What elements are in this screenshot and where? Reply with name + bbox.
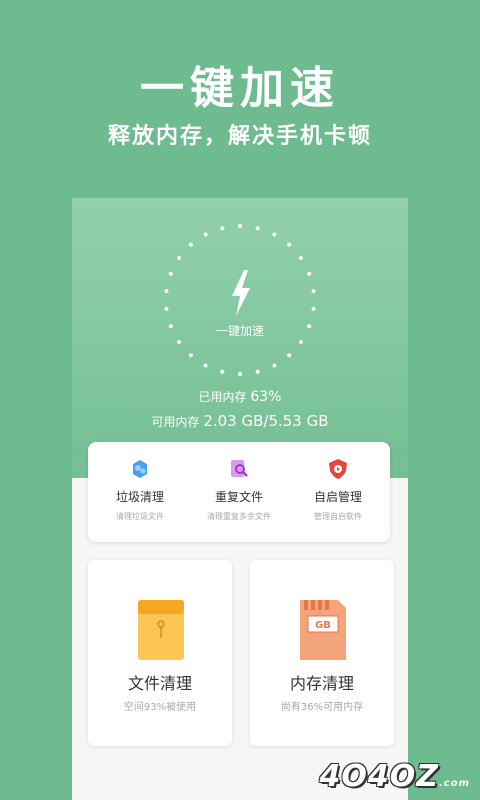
ring-dot: [188, 242, 193, 247]
ring-dot: [177, 340, 182, 344]
folder-file-icon: [138, 600, 184, 660]
tool-desc: 管理自启软件: [314, 512, 362, 521]
duplicate-search-icon: [231, 460, 248, 477]
memory-clean-sub: 尚有36%可用内存: [280, 702, 364, 713]
ring-dot: [164, 289, 169, 294]
memory-card-icon: GB: [300, 600, 346, 660]
ring-dot: [311, 306, 316, 311]
ring-dot: [177, 256, 182, 260]
watermark-text: 4O4OZ: [319, 759, 439, 794]
site-watermark: 4O4OZ.com: [319, 759, 470, 794]
file-clean-card[interactable]: 文件清理 空间93%被使用: [88, 560, 232, 746]
watermark-suffix: .com: [438, 778, 470, 789]
memory-free-value: 2.03 GB/5.53 GB: [203, 412, 329, 430]
ring-dot: [203, 363, 208, 368]
tool-junk-clean[interactable]: 垃圾清理 清理垃圾文件: [90, 458, 190, 522]
hero-subtitle: 释放内存，解决手机卡顿: [107, 124, 372, 149]
tool-label: 重复文件: [214, 490, 263, 504]
ring-dot: [238, 372, 242, 376]
trash-clean-icon: [133, 460, 147, 478]
ring-dot: [287, 353, 292, 358]
ring-dot: [203, 232, 208, 237]
memory-used-value: 63%: [250, 389, 282, 405]
ring-dot: [307, 271, 312, 276]
ring-dot: [298, 256, 303, 260]
ring-dot: [255, 226, 260, 231]
memory-clean-card[interactable]: GB 内存清理 尚有36%可用内存: [250, 560, 394, 746]
tool-duplicate-files[interactable]: 重复文件 清理重复多余文件: [189, 458, 289, 522]
ring-dot: [168, 271, 173, 276]
ring-dot: [220, 369, 225, 374]
file-clean-sub: 空间93%被使用: [123, 702, 197, 713]
ring-dot: [188, 353, 193, 358]
file-clean-title: 文件清理: [127, 674, 192, 693]
hero-title: 一键加速: [140, 63, 340, 114]
ring-dot: [287, 242, 292, 247]
lightning-bolt-icon: [232, 270, 250, 316]
tool-label: 垃圾清理: [115, 490, 164, 504]
ring-dot: [298, 340, 303, 344]
memory-free: 可用内存 2.03 GB/5.53 GB: [72, 412, 408, 430]
boost-button-label[interactable]: 一键加速: [72, 322, 408, 339]
tool-desc: 清理重复多余文件: [207, 512, 271, 521]
tool-label: 自启管理: [313, 490, 362, 504]
ring-dot: [272, 232, 277, 237]
memory-card-badge: GB: [315, 620, 331, 631]
ring-dot: [238, 224, 242, 228]
tool-autostart[interactable]: 自启管理 管理自启软件: [288, 458, 388, 522]
ring-dot: [272, 363, 277, 368]
memory-clean-title: 内存清理: [289, 674, 354, 693]
memory-used: 已用内存 63%: [72, 388, 408, 405]
boost-header: 一键加速 已用内存 63% 可用内存 2.03 GB/5.53 GB: [72, 198, 408, 478]
memory-used-label: 已用内存: [198, 390, 247, 404]
ring-dot: [255, 369, 260, 374]
ring-dot: [311, 289, 316, 294]
memory-free-label: 可用内存: [151, 415, 200, 429]
tools-panel: 垃圾清理 清理垃圾文件 重复文件 清理重复多余文件 自启管理 管理自启软件: [88, 442, 390, 542]
ring-dot: [164, 306, 169, 311]
shield-autostart-icon: [329, 459, 347, 479]
tool-desc: 清理垃圾文件: [116, 512, 164, 521]
ring-dot: [220, 226, 225, 231]
